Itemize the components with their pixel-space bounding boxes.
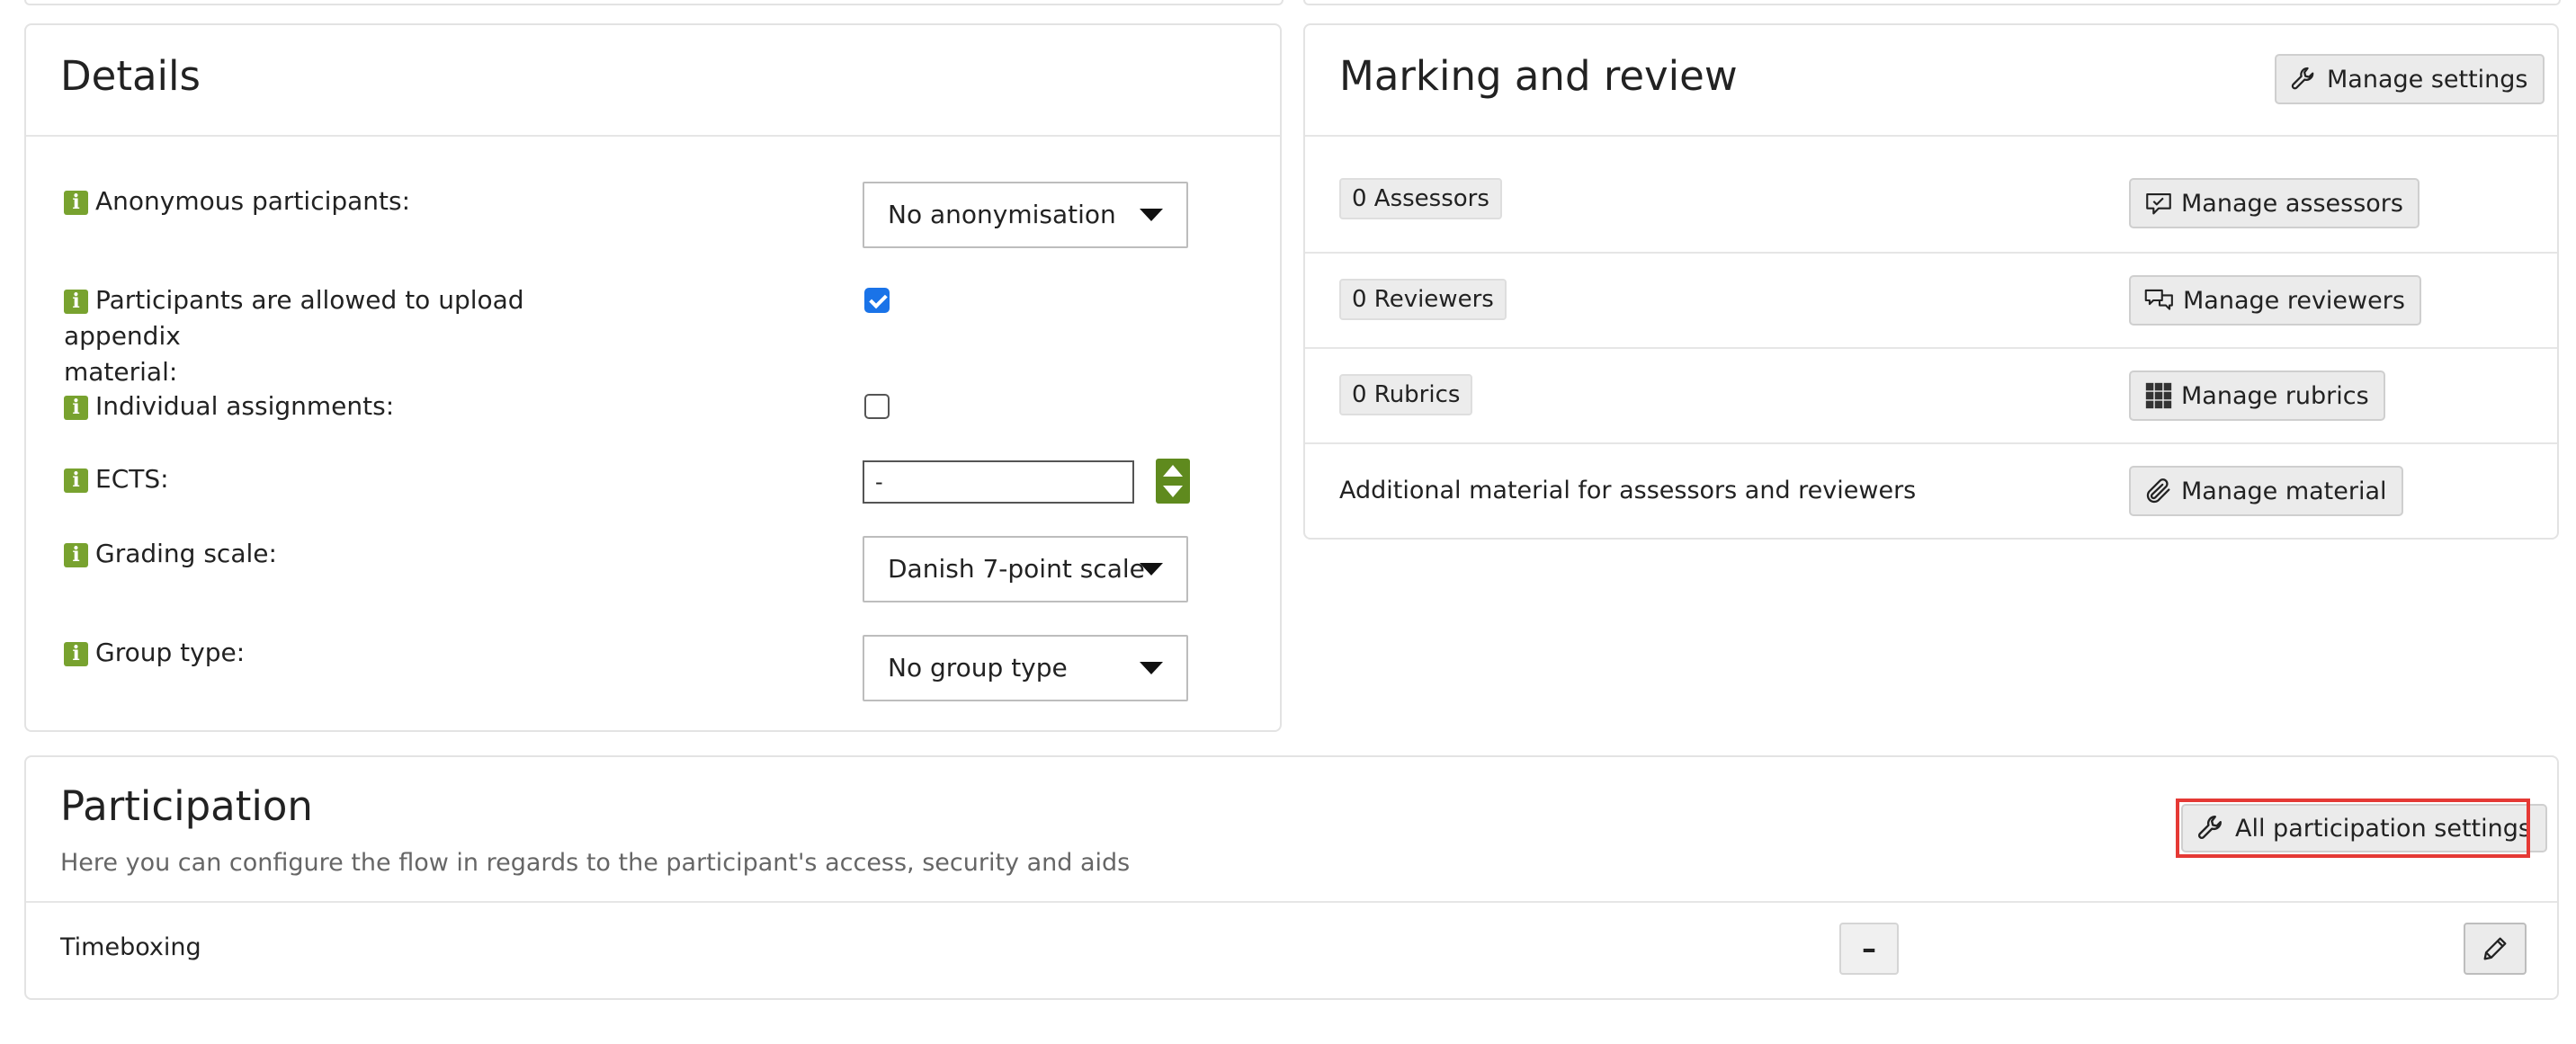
grading-scale-select-value: Danish 7-point scale	[888, 554, 1145, 584]
details-panel: Details i Anonymous participants: No anon…	[24, 23, 1282, 732]
grid-icon	[2145, 382, 2172, 409]
row-divider	[1305, 347, 2557, 349]
group-type-label: i Group type:	[64, 635, 640, 671]
info-icon[interactable]: i	[64, 289, 88, 314]
participation-panel: Participation Here you can configure the…	[24, 755, 2559, 1000]
group-type-select[interactable]: No group type	[863, 635, 1188, 701]
info-icon[interactable]: i	[64, 468, 88, 493]
details-header: Details	[26, 25, 1280, 137]
highlight-box	[2176, 799, 2530, 858]
grading-scale-select[interactable]: Danish 7-point scale	[863, 536, 1188, 602]
ects-label: i ECTS:	[64, 461, 640, 497]
anonymisation-select[interactable]: No anonymisation	[863, 182, 1188, 248]
timeboxing-value: –	[1839, 923, 1899, 975]
manage-settings-button[interactable]: Manage settings	[2275, 54, 2545, 104]
details-title: Details	[60, 52, 201, 100]
marking-review-panel: Marking and review Manage settings 0 Ass…	[1303, 23, 2559, 540]
caret-down-icon	[1140, 662, 1163, 674]
top-panel-left-edge	[24, 0, 1284, 5]
speech-bubble-check-icon	[2146, 193, 2171, 215]
stepper-down-icon[interactable]	[1163, 486, 1183, 497]
timeboxing-label: Timeboxing	[60, 933, 201, 961]
participation-subtitle: Here you can configure the flow in regar…	[60, 849, 1131, 877]
info-icon[interactable]: i	[64, 542, 88, 567]
anonymisation-select-value: No anonymisation	[888, 200, 1116, 229]
paperclip-icon	[2146, 478, 2170, 504]
row-divider	[1305, 252, 2557, 254]
caret-down-icon	[1140, 563, 1163, 576]
marking-review-header: Marking and review Manage settings	[1305, 25, 2557, 137]
manage-rubrics-button[interactable]: Manage rubrics	[2129, 370, 2385, 421]
info-icon[interactable]: i	[64, 395, 88, 420]
row-divider	[1305, 442, 2557, 444]
pencil-icon	[2483, 937, 2507, 960]
appendix-material-checkbox[interactable]	[864, 288, 890, 313]
top-panel-right-edge	[1303, 0, 2561, 5]
participation-title: Participation	[60, 782, 313, 830]
caret-down-icon	[1140, 209, 1163, 221]
stepper-up-icon[interactable]	[1163, 465, 1183, 477]
ects-stepper[interactable]	[1156, 459, 1190, 504]
manage-reviewers-button[interactable]: Manage reviewers	[2129, 275, 2421, 326]
speech-bubbles-icon	[2144, 289, 2173, 310]
individual-assignments-label: i Individual assignments:	[64, 388, 640, 424]
individual-assignments-checkbox[interactable]	[864, 394, 890, 419]
timeboxing-edit-button[interactable]	[2464, 923, 2527, 975]
wrench-icon	[2291, 67, 2314, 90]
info-icon[interactable]: i	[64, 190, 88, 215]
anonymous-participants-label: i Anonymous participants:	[64, 183, 640, 219]
reviewers-count-badge: 0 Reviewers	[1339, 279, 1507, 320]
manage-material-button[interactable]: Manage material	[2129, 466, 2403, 516]
additional-material-text: Additional material for assessors and re…	[1339, 477, 1917, 504]
grading-scale-label: i Grading scale:	[64, 536, 640, 572]
assessors-count-badge: 0 Assessors	[1339, 178, 1502, 219]
info-icon[interactable]: i	[64, 641, 88, 666]
ects-input[interactable]	[863, 460, 1134, 504]
group-type-select-value: No group type	[888, 653, 1068, 683]
participation-header: Participation Here you can configure the…	[26, 757, 2557, 903]
rubrics-count-badge: 0 Rubrics	[1339, 374, 1473, 415]
appendix-material-label: i Participants are allowed to upload appe…	[64, 285, 524, 387]
marking-review-title: Marking and review	[1339, 52, 1738, 100]
manage-assessors-button[interactable]: Manage assessors	[2129, 178, 2419, 228]
